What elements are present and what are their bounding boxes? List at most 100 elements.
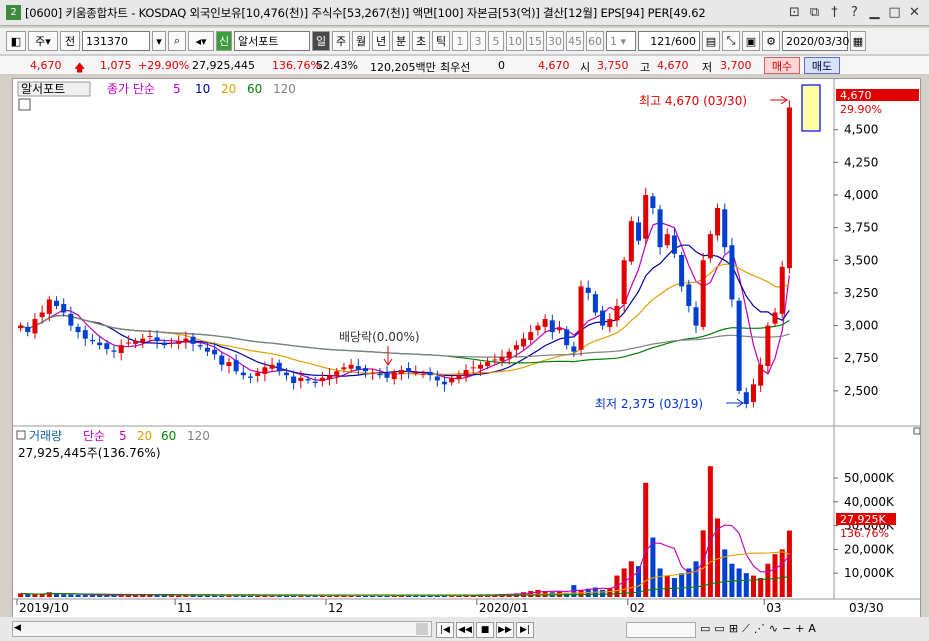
x-tick-label: 03: [766, 601, 781, 615]
search-icon[interactable]: ⌕: [168, 31, 186, 51]
tab-tick[interactable]: 틱: [432, 31, 450, 51]
candle-body: [391, 372, 397, 380]
maximize-icon[interactable]: □: [886, 4, 903, 21]
scroll-thumb[interactable]: [416, 623, 428, 635]
pin-icon[interactable]: †: [826, 4, 843, 21]
trade-amount: 120,205백만: [370, 61, 436, 74]
type-select[interactable]: 주 ▾: [28, 31, 58, 51]
tab-minute[interactable]: 분: [392, 31, 410, 51]
stop-icon[interactable]: ■: [476, 622, 494, 638]
interval-45[interactable]: 45: [566, 31, 584, 51]
volume-bar: [664, 575, 670, 597]
last-icon[interactable]: ▶|: [516, 622, 534, 638]
calendar-icon[interactable]: ▦: [850, 31, 866, 51]
ma10-legend: 10: [195, 82, 210, 96]
help-icon[interactable]: ?: [846, 4, 863, 21]
interval-15[interactable]: 15: [526, 31, 544, 51]
pattern-icon[interactable]: ⋰: [754, 622, 765, 636]
first-icon[interactable]: |◀: [436, 622, 454, 638]
candle-body: [542, 319, 548, 327]
tab-year[interactable]: 년: [372, 31, 390, 51]
auto-icon[interactable]: A: [808, 622, 816, 636]
price-tick-label: 3,750: [844, 221, 878, 235]
candle-body: [133, 341, 139, 344]
candle-body: [722, 209, 728, 248]
open-label: 시: [580, 61, 591, 74]
zoom-slider[interactable]: [626, 622, 696, 638]
volume-panel-toggle-icon[interactable]: [913, 427, 920, 435]
tab-month[interactable]: 월: [352, 31, 370, 51]
interval-5[interactable]: 5: [488, 31, 504, 51]
volume-bar: [736, 568, 742, 597]
date-input[interactable]: 2020/03/30: [782, 31, 849, 51]
sound-icon[interactable]: ◂▾: [188, 31, 214, 51]
candle-body: [291, 376, 297, 384]
candle-body: [68, 313, 74, 326]
volume-value: 27,925,445: [192, 59, 255, 72]
next-icon[interactable]: ▶▶: [496, 622, 514, 638]
candle-body: [82, 330, 88, 339]
sell-button[interactable]: 매도: [804, 57, 840, 74]
preferred-value: 0: [498, 59, 505, 72]
tab-second[interactable]: 초: [412, 31, 430, 51]
stock-code-input[interactable]: 131370: [82, 31, 150, 51]
restore-icon[interactable]: ⧉: [806, 4, 823, 21]
candle-body: [89, 339, 95, 342]
volume-bar: [154, 595, 160, 597]
current-volume-label: 27,925,445주(136.76%): [18, 446, 161, 460]
zoom-out-icon[interactable]: ▭: [700, 622, 710, 636]
settings-icon[interactable]: ⚙: [762, 31, 780, 51]
x-tick-label: 12: [328, 601, 343, 615]
plus-icon[interactable]: +: [795, 622, 804, 636]
interval-30[interactable]: 30: [546, 31, 564, 51]
volume-bar: [765, 563, 771, 597]
horizontal-scrollbar[interactable]: [12, 621, 432, 637]
code-dropdown-icon[interactable]: ▾: [152, 31, 166, 51]
open-price: 3,750: [597, 59, 629, 72]
candle-body: [736, 300, 742, 391]
custom-interval-input[interactable]: 1 ▾: [606, 31, 636, 51]
dividend-arrow-icon: [383, 346, 393, 366]
candle-body: [18, 325, 24, 329]
all-button[interactable]: 전: [60, 31, 80, 51]
interval-10[interactable]: 10: [506, 31, 524, 51]
volume-bar: [693, 561, 699, 597]
list-icon[interactable]: ▤: [702, 31, 720, 51]
buy-button[interactable]: 매수: [764, 57, 800, 74]
zoom-in-icon[interactable]: ▭: [714, 622, 724, 636]
minimize-icon[interactable]: ▁: [866, 4, 883, 21]
minus-icon[interactable]: −: [782, 622, 791, 636]
stock-legend-label: 알서포트: [21, 82, 65, 96]
draw-tool-icon[interactable]: ⤡: [722, 31, 740, 51]
scroll-left-icon[interactable]: ◀: [14, 623, 24, 635]
wave-icon[interactable]: ∿: [769, 622, 778, 636]
candle-body: [154, 337, 160, 342]
chart-area[interactable]: 알서포트 종가 단순 5 10 20 60 120 4,500 4,250 4,00…: [12, 78, 921, 618]
layout-icon[interactable]: ◧: [6, 31, 26, 51]
tab-week[interactable]: 주: [332, 31, 350, 51]
candle-body: [521, 338, 527, 347]
trend-icon[interactable]: ⟋: [742, 622, 750, 636]
save-icon[interactable]: ▣: [742, 31, 760, 51]
link-icon[interactable]: ⊡: [786, 4, 803, 21]
volume-settings-icon[interactable]: [16, 430, 26, 440]
prev-icon[interactable]: ◀◀: [456, 622, 474, 638]
candle-body: [650, 196, 656, 209]
interval-60[interactable]: 60: [586, 31, 604, 51]
interval-1[interactable]: 1: [452, 31, 468, 51]
grid-toggle-icon[interactable]: [18, 98, 31, 111]
interval-3[interactable]: 3: [470, 31, 486, 51]
tab-day[interactable]: 일: [312, 31, 330, 51]
candle-body: [283, 372, 289, 376]
price-volume-chart[interactable]: 알서포트 종가 단순 5 10 20 60 120 4,500 4,250 4,00…: [13, 79, 920, 617]
candle-body: [104, 343, 110, 350]
candle-body: [585, 287, 591, 293]
page-count-field[interactable]: 121/600: [638, 31, 700, 51]
volume-bar: [32, 594, 38, 597]
candle-body: [513, 345, 519, 350]
candle-body: [607, 319, 613, 327]
volume-ma-label: 단순: [83, 429, 105, 443]
volume-tick-label: 40,000K: [844, 495, 895, 509]
crosshair-icon[interactable]: ⊞: [729, 622, 738, 636]
close-icon[interactable]: ✕: [906, 4, 923, 21]
